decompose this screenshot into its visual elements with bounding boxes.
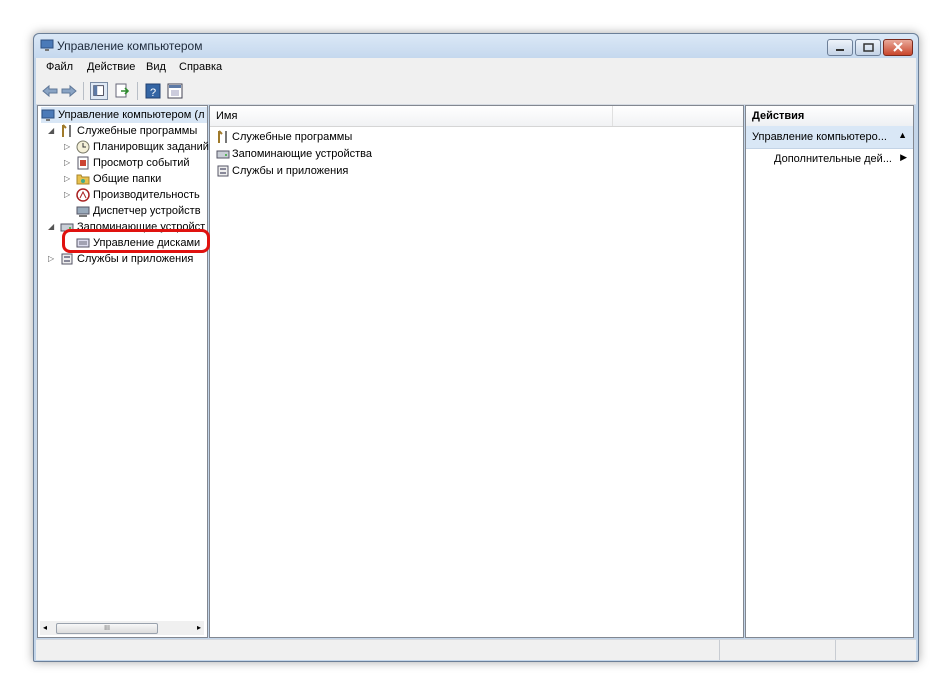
services-icon xyxy=(61,253,73,265)
forward-arrow-icon[interactable] xyxy=(60,82,78,100)
performance-icon xyxy=(76,188,90,202)
column-divider[interactable] xyxy=(612,106,613,126)
menu-view[interactable]: Вид xyxy=(146,61,166,73)
event-log-icon xyxy=(77,156,89,170)
clock-icon xyxy=(76,140,90,154)
help-icon[interactable]: ? xyxy=(144,82,162,100)
svg-text:?: ? xyxy=(150,87,156,99)
tree-item-root[interactable]: Управление компьютером (л xyxy=(41,107,207,123)
status-separator xyxy=(835,640,836,660)
computer-management-icon xyxy=(41,109,55,122)
collapsed-arrow-icon[interactable]: ▷ xyxy=(64,187,70,203)
tree-horizontal-scrollbar[interactable]: ◂ III ▸ xyxy=(40,621,204,635)
tree-item-utilities[interactable]: Служебные программы xyxy=(60,123,197,139)
status-separator xyxy=(719,640,720,660)
expand-arrow-icon[interactable]: ◢ xyxy=(48,219,54,235)
tree-item-event-viewer[interactable]: Просмотр событий xyxy=(76,155,190,171)
show-hide-tree-icon[interactable] xyxy=(90,82,108,100)
collapsed-arrow-icon[interactable]: ▷ xyxy=(64,171,70,187)
tree-item-shared-folders[interactable]: Общие папки xyxy=(76,171,161,187)
menu-bar: Файл Действие Вид Справка xyxy=(36,58,916,78)
tree-item-device-manager[interactable]: Диспетчер устройств xyxy=(76,203,201,219)
export-list-icon[interactable] xyxy=(113,82,131,100)
expand-arrow-icon[interactable]: ◢ xyxy=(48,123,54,139)
collapsed-arrow-icon[interactable]: ▷ xyxy=(48,251,54,267)
tree-shared-folders-label: Общие папки xyxy=(93,173,162,185)
more-actions-label: Дополнительные дей... xyxy=(774,153,892,165)
tree-services-apps-label: Службы и приложения xyxy=(77,253,194,265)
submenu-arrow-icon: ▶ xyxy=(900,152,907,162)
tree-device-manager-label: Диспетчер устройств xyxy=(93,205,201,217)
services-icon xyxy=(217,165,229,177)
actions-header: Действия xyxy=(746,106,913,127)
column-header-name[interactable]: Имя xyxy=(216,110,237,122)
tree-root-label: Управление компьютером (л xyxy=(58,109,205,121)
tools-icon xyxy=(218,130,227,144)
tree-performance-label: Производительность xyxy=(93,189,200,201)
computer-management-window: Управление компьютером Файл Действие Вид… xyxy=(33,33,919,662)
disk-management-highlight xyxy=(62,229,210,253)
window-title: Управление компьютером xyxy=(57,39,203,53)
toolbar-separator xyxy=(137,82,138,100)
list-item[interactable]: Запоминающие устройства xyxy=(216,146,372,162)
tree-utilities-label: Служебные программы xyxy=(77,125,198,137)
scroll-left-arrow-icon[interactable]: ◂ xyxy=(43,621,47,635)
actions-header-label: Действия xyxy=(752,110,805,122)
menu-help[interactable]: Справка xyxy=(179,61,222,73)
computer-management-icon xyxy=(40,39,54,51)
tree-item-services-apps[interactable]: Службы и приложения xyxy=(60,251,193,267)
more-actions-item[interactable]: Дополнительные дей... ▶ xyxy=(746,150,913,168)
back-arrow-icon[interactable] xyxy=(41,82,59,100)
actions-pane: Действия Управление компьютеро... ▲ Допо… xyxy=(745,105,914,638)
shared-folder-icon xyxy=(76,174,90,185)
scroll-right-arrow-icon[interactable]: ▸ xyxy=(197,621,201,635)
tree-event-viewer-label: Просмотр событий xyxy=(93,157,190,169)
tree-item-performance[interactable]: Производительность xyxy=(76,187,200,203)
results-list[interactable]: Имя Служебные программы Запоминающие уст… xyxy=(209,105,744,638)
maximize-button[interactable] xyxy=(855,39,881,56)
close-icon xyxy=(893,42,903,52)
list-item-label: Службы и приложения xyxy=(232,165,349,177)
list-item-label: Служебные программы xyxy=(232,131,353,143)
toolbar-separator xyxy=(83,82,84,100)
tools-icon xyxy=(62,124,71,138)
minimize-icon xyxy=(836,49,844,51)
device-manager-icon xyxy=(76,206,90,218)
menu-action[interactable]: Действие xyxy=(87,61,135,73)
tree-task-scheduler-label: Планировщик заданий xyxy=(93,141,209,153)
actions-section-label: Управление компьютеро... xyxy=(752,131,887,143)
list-item-label: Запоминающие устройства xyxy=(232,148,373,160)
maximize-icon xyxy=(863,43,874,52)
close-button[interactable] xyxy=(883,39,913,56)
collapse-up-icon[interactable]: ▲ xyxy=(898,130,907,140)
tree-item-task-scheduler[interactable]: Планировщик заданий xyxy=(76,139,209,155)
list-header: Имя xyxy=(210,106,743,127)
minimize-button[interactable] xyxy=(827,39,853,56)
status-bar xyxy=(36,639,916,660)
menu-file[interactable]: Файл xyxy=(46,61,73,73)
list-item[interactable]: Служебные программы xyxy=(216,129,352,145)
list-item[interactable]: Службы и приложения xyxy=(216,163,348,179)
show-hide-action-pane-icon[interactable] xyxy=(166,82,184,100)
toolbar: ? xyxy=(36,78,916,105)
collapsed-arrow-icon[interactable]: ▷ xyxy=(64,155,70,171)
collapsed-arrow-icon[interactable]: ▷ xyxy=(64,139,70,155)
console-tree[interactable]: Управление компьютером (л ◢ Служебные пр… xyxy=(37,105,209,638)
actions-section[interactable]: Управление компьютеро... ▲ xyxy=(746,126,913,149)
storage-icon xyxy=(216,150,230,159)
title-bar[interactable]: Управление компьютером xyxy=(34,34,918,58)
scroll-thumb[interactable]: III xyxy=(56,623,158,634)
